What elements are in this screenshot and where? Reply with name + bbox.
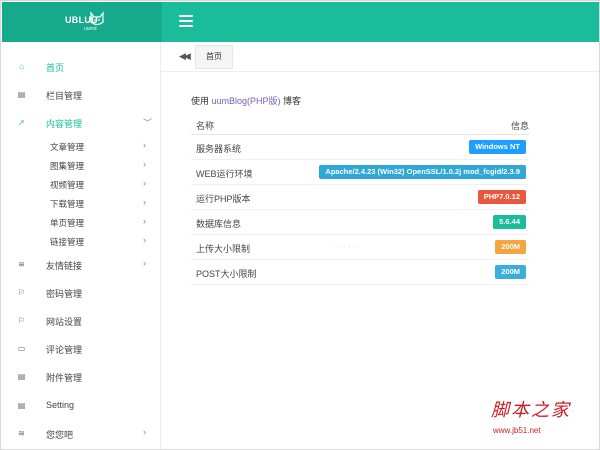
blog-link[interactable]: uumBlog(PHP版): [212, 96, 281, 106]
flag-icon: ⚐: [17, 316, 26, 325]
value-badge: Apache/2.4.23 (Win32) OpenSSL/1.0.2j mod…: [319, 165, 526, 179]
logo[interactable]: UBLUU uumd: [2, 2, 162, 42]
flag-icon: ⚐: [17, 288, 26, 297]
chevron-icon: ›: [143, 427, 146, 437]
tab-home[interactable]: 首页: [195, 45, 233, 69]
row-key: 服务器系统: [196, 144, 242, 154]
value-badge: Windows NT: [469, 140, 526, 154]
menu-toggle-icon[interactable]: [179, 15, 193, 27]
faint-dots: . . . . .: [333, 243, 358, 249]
row-key: POST大小限制: [196, 269, 257, 279]
document-icon: ▤: [17, 372, 26, 381]
comment-icon: ▭: [17, 344, 26, 353]
app-window: UBLUU uumd ⌂ 首页 ▤ 栏目管理 ➚ 内容管理 ﹀ 文章管理 › 图集管理 › 视频管理 ›…: [0, 0, 600, 450]
document-icon: ▤: [17, 90, 26, 99]
table-row: 上传大小限制 200M . . . . .: [191, 235, 529, 260]
watermark-url: www.jb51.net: [493, 426, 541, 435]
sidebar-item[interactable]: ≋ 您您吧 ›: [2, 423, 161, 445]
tab-scroll-left-icon[interactable]: ◀◀: [179, 51, 191, 62]
sidebar-subitem[interactable]: 下载管理 ›: [2, 194, 161, 212]
sidebar: ⌂ 首页 ▤ 栏目管理 ➚ 内容管理 ﹀ 文章管理 › 图集管理 › 视频管理 › 下载管理 › 单页管理 › 链…: [2, 42, 161, 449]
sidebar-item-label: 友情链接: [46, 261, 83, 271]
sidebar-item-label: Setting: [46, 400, 75, 410]
chevron-right-icon: ›: [143, 140, 146, 150]
sidebar-subitem[interactable]: 链接管理 ›: [2, 232, 161, 250]
intro-text: 使用 uumBlog(PHP版) 博客: [191, 94, 301, 107]
row-key: 上传大小限制: [196, 244, 251, 254]
table-row: WEB运行环境 Apache/2.4.23 (Win32) OpenSSL/1.0…: [191, 160, 529, 185]
sidebar-subitem-label: 视频管理: [50, 180, 85, 190]
value-badge: 200M: [495, 265, 526, 279]
header-info: 信息: [510, 121, 529, 131]
sidebar-item[interactable]: ➚ 内容管理 ﹀: [2, 112, 161, 134]
table-header-row: 名称 信息: [191, 112, 529, 135]
row-key: 数据库信息: [196, 219, 242, 229]
chevron-icon: ﹀: [143, 118, 153, 128]
sidebar-item[interactable]: ▤ Setting: [2, 395, 161, 417]
header-name: 名称: [196, 121, 215, 131]
watermark-cn: 脚本之家: [491, 400, 571, 421]
main-content: 使用 uumBlog(PHP版) 博客 名称 信息 服务器系统 Windows N…: [161, 72, 599, 449]
table-row: 服务器系统 Windows NT: [191, 135, 529, 160]
table-row: 数据库信息 5.6.44: [191, 210, 529, 235]
table-row: 运行PHP版本 PHP7.0.12: [191, 185, 529, 210]
chevron-right-icon: ›: [143, 235, 146, 245]
server-info-table: 名称 信息 服务器系统 Windows NT WEB运行环境 Apache/2.4.2…: [191, 112, 529, 285]
sidebar-item-label: 栏目管理: [46, 91, 83, 101]
sidebar-subitem[interactable]: 图集管理 ›: [2, 156, 161, 174]
intro-prefix: 使用: [191, 96, 212, 106]
chevron-right-icon: ›: [143, 159, 146, 169]
chevron-right-icon: ›: [143, 197, 146, 207]
home-icon: ⌂: [19, 62, 24, 71]
sidebar-item-label: 您您吧: [46, 430, 74, 440]
sidebar-subitem-label: 链接管理: [50, 237, 85, 247]
chevron-right-icon: ›: [143, 216, 146, 226]
sidebar-item-label: 内容管理: [46, 119, 83, 129]
sidebar-item-label: 网站设置: [46, 317, 83, 327]
sidebar-subitem-label: 图集管理: [50, 161, 85, 171]
sidebar-subitem[interactable]: 文章管理 ›: [2, 137, 161, 155]
sidebar-item[interactable]: ⚐ 密码管理: [2, 282, 161, 304]
value-badge: PHP7.0.12: [477, 190, 526, 204]
chevron-icon: ›: [143, 258, 146, 268]
sidebar-item[interactable]: ▤ 栏目管理: [2, 84, 161, 106]
tab-bar: ◀◀ 首页: [161, 42, 599, 72]
value-badge: 200M: [495, 240, 526, 254]
send-icon: ➚: [18, 118, 25, 127]
intro-suffix: 博客: [280, 96, 302, 106]
sidebar-item-label: 评论管理: [46, 345, 83, 355]
sidebar-item[interactable]: ⚐ 网站设置: [2, 310, 161, 332]
row-key: 运行PHP版本: [196, 194, 251, 204]
top-header: UBLUU uumd: [2, 2, 599, 42]
sidebar-subitem[interactable]: 单页管理 ›: [2, 213, 161, 231]
sidebar-item[interactable]: ▤ 附件管理: [2, 366, 161, 388]
chevron-right-icon: ›: [143, 178, 146, 188]
logo-subtext: uumd: [84, 26, 97, 32]
sidebar-item[interactable]: ⌂ 首页: [2, 56, 161, 78]
sidebar-subitem-label: 文章管理: [50, 142, 85, 152]
document-icon: ▤: [17, 401, 26, 410]
layers-icon: ≋: [18, 260, 25, 269]
sidebar-subitem[interactable]: 视频管理 ›: [2, 175, 161, 193]
sidebar-item-label: 密码管理: [46, 289, 83, 299]
sidebar-item-label: 附件管理: [46, 373, 83, 383]
sidebar-item[interactable]: ▭ 评论管理: [2, 338, 161, 360]
value-badge: 5.6.44: [493, 215, 526, 229]
sidebar-item-label: 首页: [46, 63, 65, 73]
watermark: 脚本之家 www.jb51.net: [491, 396, 597, 446]
sidebar-item[interactable]: ≋ 友情链接 ›: [2, 254, 161, 276]
sidebar-subitem-label: 下载管理: [50, 199, 85, 209]
sidebar-subitem-label: 单页管理: [50, 218, 85, 228]
layers-icon: ≋: [18, 429, 25, 438]
row-key: WEB运行环境: [196, 169, 253, 179]
table-row: POST大小限制 200M: [191, 260, 529, 285]
